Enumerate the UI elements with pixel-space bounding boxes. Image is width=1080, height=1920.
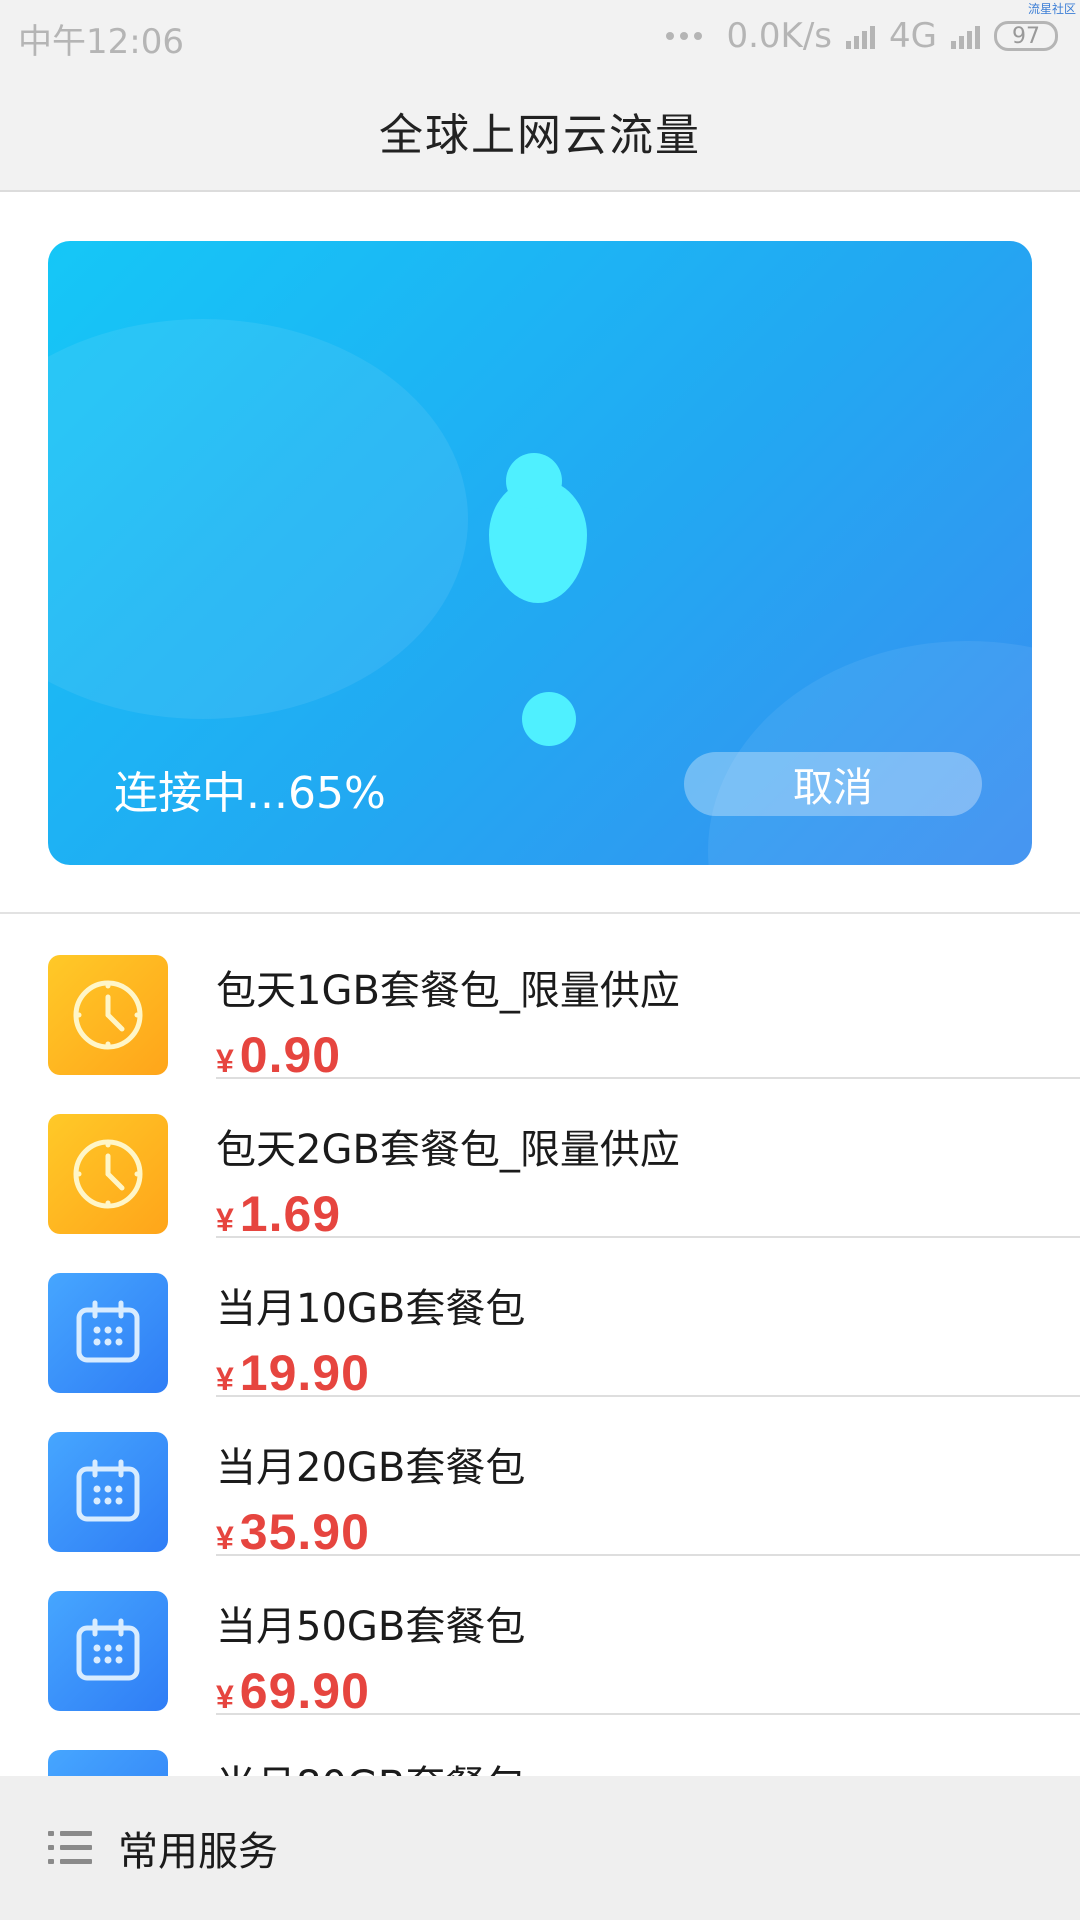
package-price: ¥35.90: [216, 1503, 370, 1561]
package-item[interactable]: 当月50GB套餐包 ¥69.90: [0, 1554, 1080, 1719]
app-screen: 中午12:06 0.0K/s 4G 97 流星社区 全球上网云流量 连接中...…: [0, 0, 1080, 1920]
price-amount: 69.90: [239, 1663, 370, 1719]
signal-strength-secondary-icon: [951, 23, 980, 49]
decorative-circle: [48, 319, 468, 719]
currency-symbol: ¥: [216, 1679, 234, 1715]
package-item[interactable]: 包天1GB套餐包_限量供应 ¥0.90: [0, 918, 1080, 1083]
package-item[interactable]: 包天2GB套餐包_限量供应 ¥1.69: [0, 1077, 1080, 1242]
package-list: 包天1GB套餐包_限量供应 ¥0.90 包天2GB套餐包_限量供应 ¥1.69 …: [0, 918, 1080, 1872]
calendar-icon: [48, 1591, 168, 1711]
list-icon: [48, 1831, 92, 1864]
package-price: ¥69.90: [216, 1662, 370, 1720]
calendar-icon: [48, 1432, 168, 1552]
calendar-icon: [48, 1273, 168, 1393]
package-price: ¥19.90: [216, 1344, 370, 1402]
package-name: 当月50GB套餐包: [216, 1604, 526, 1650]
package-price: ¥1.69: [216, 1185, 341, 1243]
price-amount: 1.69: [239, 1186, 342, 1242]
currency-symbol: ¥: [216, 1202, 234, 1238]
package-item[interactable]: 当月20GB套餐包 ¥35.90: [0, 1395, 1080, 1560]
package-name: 当月10GB套餐包: [216, 1286, 526, 1332]
connection-card: 连接中...65% 取消: [48, 241, 1032, 865]
more-notifications-icon: [666, 32, 703, 40]
currency-symbol: ¥: [216, 1361, 234, 1397]
status-bar: 中午12:06 0.0K/s 4G 97 流星社区: [0, 0, 1080, 72]
connection-animation-dot: [522, 692, 576, 746]
status-indicators: 0.0K/s 4G 97: [666, 14, 1058, 58]
signal-strength-icon: [846, 23, 876, 49]
package-item[interactable]: 当月10GB套餐包 ¥19.90: [0, 1236, 1080, 1401]
common-services-bar[interactable]: 常用服务: [0, 1776, 1080, 1920]
network-speed: 0.0K/s: [726, 16, 833, 56]
status-time: 中午12:06: [18, 22, 184, 62]
title-bar: 全球上网云流量: [0, 72, 1080, 192]
price-amount: 0.90: [239, 1027, 342, 1083]
network-type: 4G: [889, 16, 937, 56]
clock-icon: [48, 1114, 168, 1234]
package-name: 包天2GB套餐包_限量供应: [216, 1127, 680, 1173]
battery-level: 97: [1012, 23, 1040, 49]
package-price: ¥0.90: [216, 1026, 341, 1084]
divider: [0, 912, 1080, 914]
cancel-button[interactable]: 取消: [684, 752, 982, 816]
common-services-label: 常用服务: [118, 1829, 278, 1875]
watermark: 流星社区: [1027, 2, 1076, 16]
package-name: 包天1GB套餐包_限量供应: [216, 968, 680, 1014]
price-amount: 19.90: [239, 1345, 370, 1401]
clock-icon: [48, 955, 168, 1075]
price-amount: 35.90: [239, 1504, 370, 1560]
page-title: 全球上网云流量: [379, 110, 701, 161]
connection-status: 连接中...65%: [114, 768, 386, 819]
currency-symbol: ¥: [216, 1043, 234, 1079]
battery-icon: 97: [994, 21, 1058, 51]
connection-animation-icon-top: [506, 453, 562, 509]
package-name: 当月20GB套餐包: [216, 1445, 526, 1491]
currency-symbol: ¥: [216, 1520, 234, 1556]
